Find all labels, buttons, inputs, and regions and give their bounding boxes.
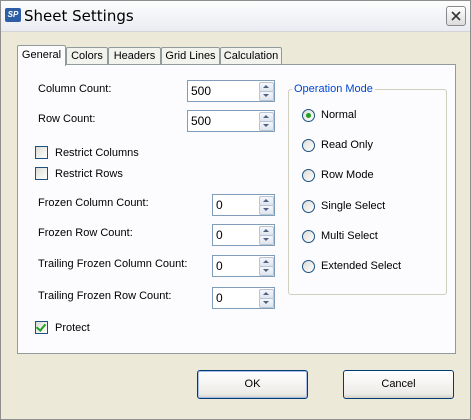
- tab-headers[interactable]: Headers: [108, 47, 161, 65]
- arrow-down-icon: [263, 94, 269, 97]
- sheet-settings-dialog: SP Sheet Settings General Colors Headers…: [0, 0, 471, 420]
- radio-read-only-label: Read Only: [321, 139, 373, 151]
- trailing-frozen-column-count-down-button[interactable]: [259, 266, 274, 276]
- tab-calculation[interactable]: Calculation: [220, 47, 282, 65]
- protect-label: Protect: [55, 322, 90, 334]
- cancel-button[interactable]: Cancel: [343, 370, 454, 399]
- frozen-column-count-stepper[interactable]: 0: [212, 194, 275, 216]
- restrict-columns-checkbox[interactable]: [35, 146, 48, 159]
- radio-normal-label: Normal: [321, 109, 357, 121]
- frozen-column-count-label: Frozen Column Count:: [38, 197, 149, 209]
- row-count-stepper[interactable]: 500: [187, 110, 275, 132]
- frozen-row-count-down-button[interactable]: [259, 235, 274, 245]
- trailing-frozen-row-count-label: Trailing Frozen Row Count:: [38, 290, 172, 302]
- radio-row-mode[interactable]: [302, 169, 315, 182]
- trailing-frozen-column-count-stepper[interactable]: 0: [212, 255, 275, 277]
- tab-grid-lines[interactable]: Grid Lines: [161, 47, 220, 65]
- column-count-down-button[interactable]: [259, 91, 274, 101]
- arrow-down-icon: [263, 124, 269, 127]
- radio-multi-select[interactable]: [302, 230, 315, 243]
- arrow-down-icon: [263, 301, 269, 304]
- arrow-down-icon: [263, 238, 269, 241]
- ok-button[interactable]: OK: [197, 370, 308, 399]
- arrow-up-icon: [263, 199, 269, 202]
- arrow-up-icon: [263, 85, 269, 88]
- restrict-rows-checkbox[interactable]: [35, 167, 48, 180]
- frozen-column-count-value: 0: [216, 198, 223, 212]
- trailing-frozen-column-count-label: Trailing Frozen Column Count:: [38, 258, 188, 270]
- radio-normal[interactable]: [302, 109, 315, 122]
- radio-multi-select-label: Multi Select: [321, 230, 378, 242]
- frozen-row-count-label: Frozen Row Count:: [38, 227, 133, 239]
- protect-checkbox[interactable]: [35, 321, 48, 334]
- app-icon: SP: [5, 8, 21, 22]
- checkmark-icon: [35, 321, 47, 332]
- arrow-up-icon: [263, 292, 269, 295]
- column-count-value: 500: [191, 84, 212, 98]
- row-count-label: Row Count:: [38, 113, 96, 125]
- trailing-frozen-row-count-value: 0: [216, 291, 223, 305]
- arrow-up-icon: [263, 229, 269, 232]
- radio-extended-select-label: Extended Select: [321, 260, 402, 272]
- radio-selected-dot-icon: [306, 113, 311, 118]
- arrow-up-icon: [263, 260, 269, 263]
- trailing-frozen-row-count-down-button[interactable]: [259, 298, 274, 308]
- radio-read-only[interactable]: [302, 139, 315, 152]
- restrict-rows-label: Restrict Rows: [55, 168, 123, 180]
- column-count-label: Column Count:: [38, 83, 112, 95]
- radio-extended-select[interactable]: [302, 260, 315, 273]
- arrow-down-icon: [263, 208, 269, 211]
- radio-single-select[interactable]: [302, 200, 315, 213]
- radio-single-select-label: Single Select: [321, 200, 386, 212]
- title-bar[interactable]: SP Sheet Settings: [1, 1, 470, 32]
- row-count-value: 500: [191, 114, 212, 128]
- row-count-down-button[interactable]: [259, 121, 274, 131]
- frozen-row-count-value: 0: [216, 228, 223, 242]
- trailing-frozen-row-count-stepper[interactable]: 0: [212, 287, 275, 309]
- arrow-down-icon: [263, 269, 269, 272]
- close-button[interactable]: [446, 6, 466, 26]
- operation-mode-title: Operation Mode: [292, 83, 375, 95]
- arrow-up-icon: [263, 115, 269, 118]
- frozen-column-count-down-button[interactable]: [259, 205, 274, 215]
- radio-row-mode-label: Row Mode: [321, 169, 374, 181]
- close-icon: [451, 11, 461, 21]
- tab-general[interactable]: General: [17, 45, 66, 66]
- restrict-columns-label: Restrict Columns: [55, 147, 139, 159]
- column-count-stepper[interactable]: 500: [187, 80, 275, 102]
- tab-colors[interactable]: Colors: [66, 47, 108, 65]
- window-title: Sheet Settings: [24, 7, 134, 25]
- frozen-row-count-stepper[interactable]: 0: [212, 224, 275, 246]
- trailing-frozen-column-count-value: 0: [216, 259, 223, 273]
